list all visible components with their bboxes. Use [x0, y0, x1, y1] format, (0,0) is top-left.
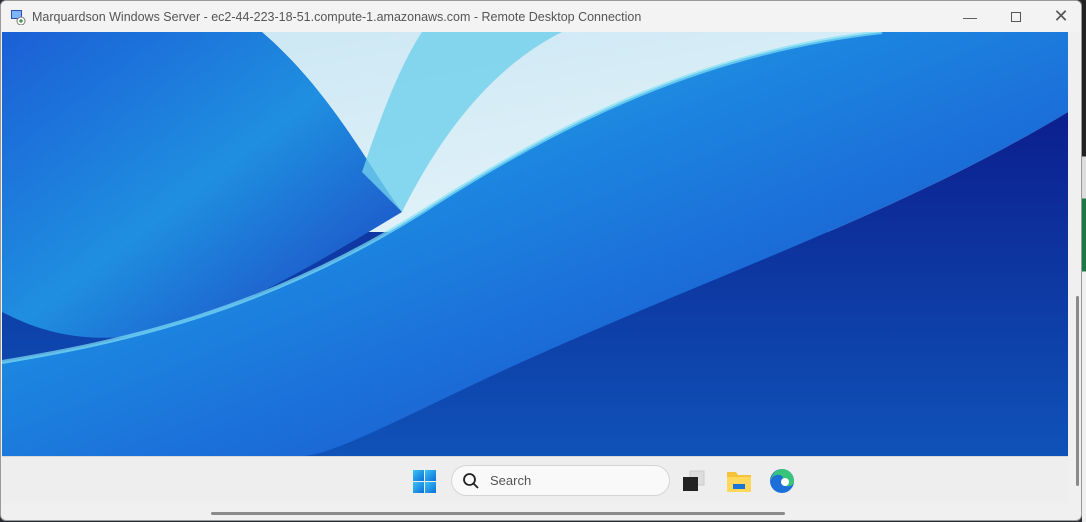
search-icon: [463, 472, 479, 489]
windows-start-icon[interactable]: [413, 470, 436, 493]
remote-desktop-window: Marquardson Windows Server - ec2-44-223-…: [0, 0, 1082, 521]
file-explorer-icon[interactable]: [726, 469, 752, 493]
close-icon: ✕: [1053, 6, 1069, 26]
vertical-scrollbar-thumb[interactable]: [1076, 296, 1079, 486]
window-title: Marquardson Windows Server - ec2-44-223-…: [32, 9, 642, 24]
minimize-icon: —: [963, 8, 977, 25]
maximize-icon: [1011, 11, 1021, 22]
title-bar[interactable]: Marquardson Windows Server - ec2-44-223-…: [1, 1, 1081, 32]
close-button[interactable]: ✕: [1038, 1, 1081, 32]
edge-icon[interactable]: [769, 468, 795, 494]
taskbar: Search: [2, 456, 1068, 503]
background-desktop-edge: [1082, 0, 1086, 522]
minimize-button[interactable]: —: [947, 1, 993, 32]
remote-desktop-wallpaper[interactable]: [2, 32, 1068, 456]
taskbar-search-box[interactable]: Search: [451, 465, 670, 496]
search-placeholder: Search: [490, 473, 532, 488]
maximize-button[interactable]: [993, 1, 1039, 32]
vertical-scroll-track[interactable]: [1068, 32, 1081, 503]
remote-desktop-app-icon: [10, 9, 26, 25]
task-view-icon[interactable]: [682, 469, 706, 493]
horizontal-scrollbar-thumb[interactable]: [211, 512, 785, 515]
